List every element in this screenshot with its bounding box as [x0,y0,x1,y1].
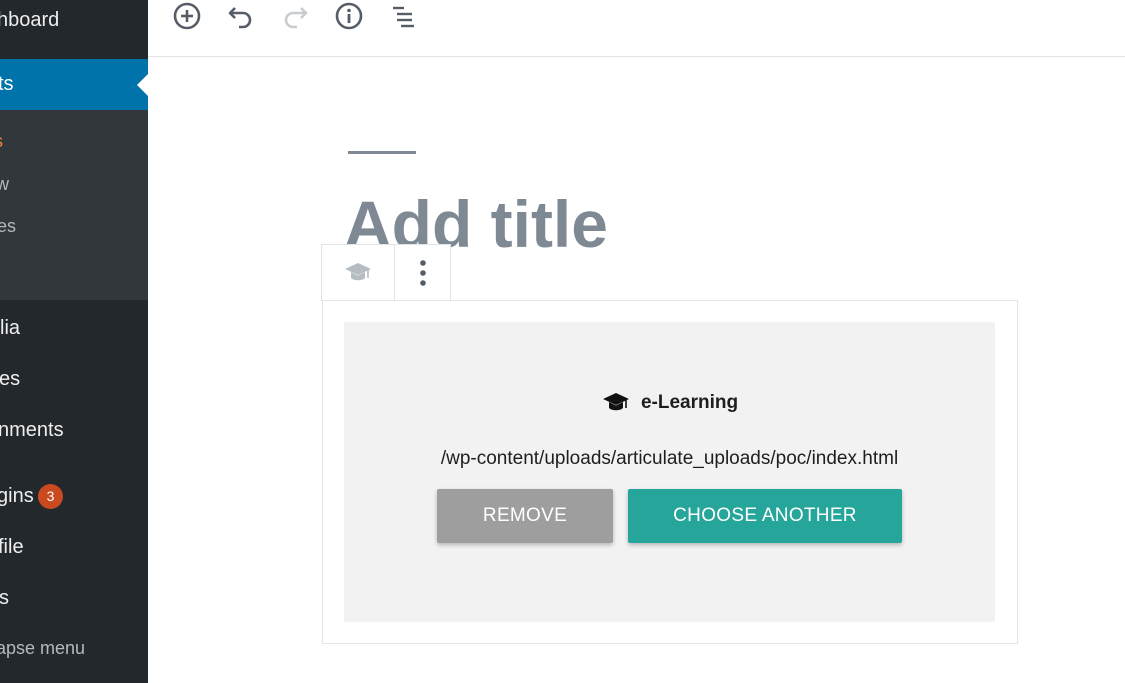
submenu-item-categories[interactable]: es [0,216,16,237]
block-type-button[interactable] [322,245,394,300]
menu-label: file [0,536,24,558]
menu-label: lia [0,317,21,339]
menu-item-settings[interactable]: s [0,578,148,618]
menu-item-pages[interactable]: es [0,359,148,399]
block-heading: e-Learning [344,388,995,418]
menu-label: nments [0,419,64,441]
block-navigation-button[interactable] [385,0,421,32]
redo-icon [284,7,308,29]
menu-label: hboard [0,9,60,31]
active-indicator [137,74,148,96]
editor-toolbar [148,0,1125,57]
elearning-block-content: e-Learning /wp-content/uploads/articulat… [344,322,995,622]
add-block-button[interactable] [169,0,205,32]
elearning-block[interactable]: e-Learning /wp-content/uploads/articulat… [322,300,1018,644]
more-options-button[interactable] [394,245,450,300]
menu-label: gins [0,485,34,507]
graduation-cap-icon [345,262,371,280]
menu-item-dashboard[interactable]: hboard [0,0,148,40]
menu-label: ts [0,73,14,95]
file-path: /wp-content/uploads/articulate_uploads/p… [440,448,899,469]
more-options-icon [419,259,426,286]
block-name: e-Learning [640,392,739,413]
info-icon [335,2,363,30]
choose-another-button[interactable]: CHOOSE ANOTHER [628,489,902,543]
admin-sidebar: hboard ts s w es lia es nments gins 3 fi… [0,0,148,683]
add-block-icon [173,2,201,30]
collapse-menu-button[interactable]: apse menu [0,638,85,659]
title-separator [348,151,416,154]
redo-button[interactable] [277,0,313,32]
menu-label: s [0,587,9,609]
block-toolbar [321,244,451,301]
menu-item-posts[interactable]: ts [0,59,148,110]
posts-submenu: s w es [0,110,148,300]
submenu-item-add-new[interactable]: w [0,174,9,195]
update-count-badge: 3 [38,484,63,509]
submenu-item-all-posts[interactable]: s [0,131,3,152]
undo-icon [228,7,252,29]
graduation-cap-icon [602,393,629,411]
undo-button[interactable] [223,0,259,32]
content-info-button[interactable] [331,0,367,32]
menu-item-profile[interactable]: file [0,527,148,567]
menu-item-comments[interactable]: nments [0,410,148,450]
menu-item-plugins[interactable]: gins 3 [0,476,148,516]
menu-label: es [0,368,21,390]
menu-item-media[interactable]: lia [0,308,148,348]
outline-icon [393,6,414,28]
remove-button[interactable]: REMOVE [437,489,613,543]
